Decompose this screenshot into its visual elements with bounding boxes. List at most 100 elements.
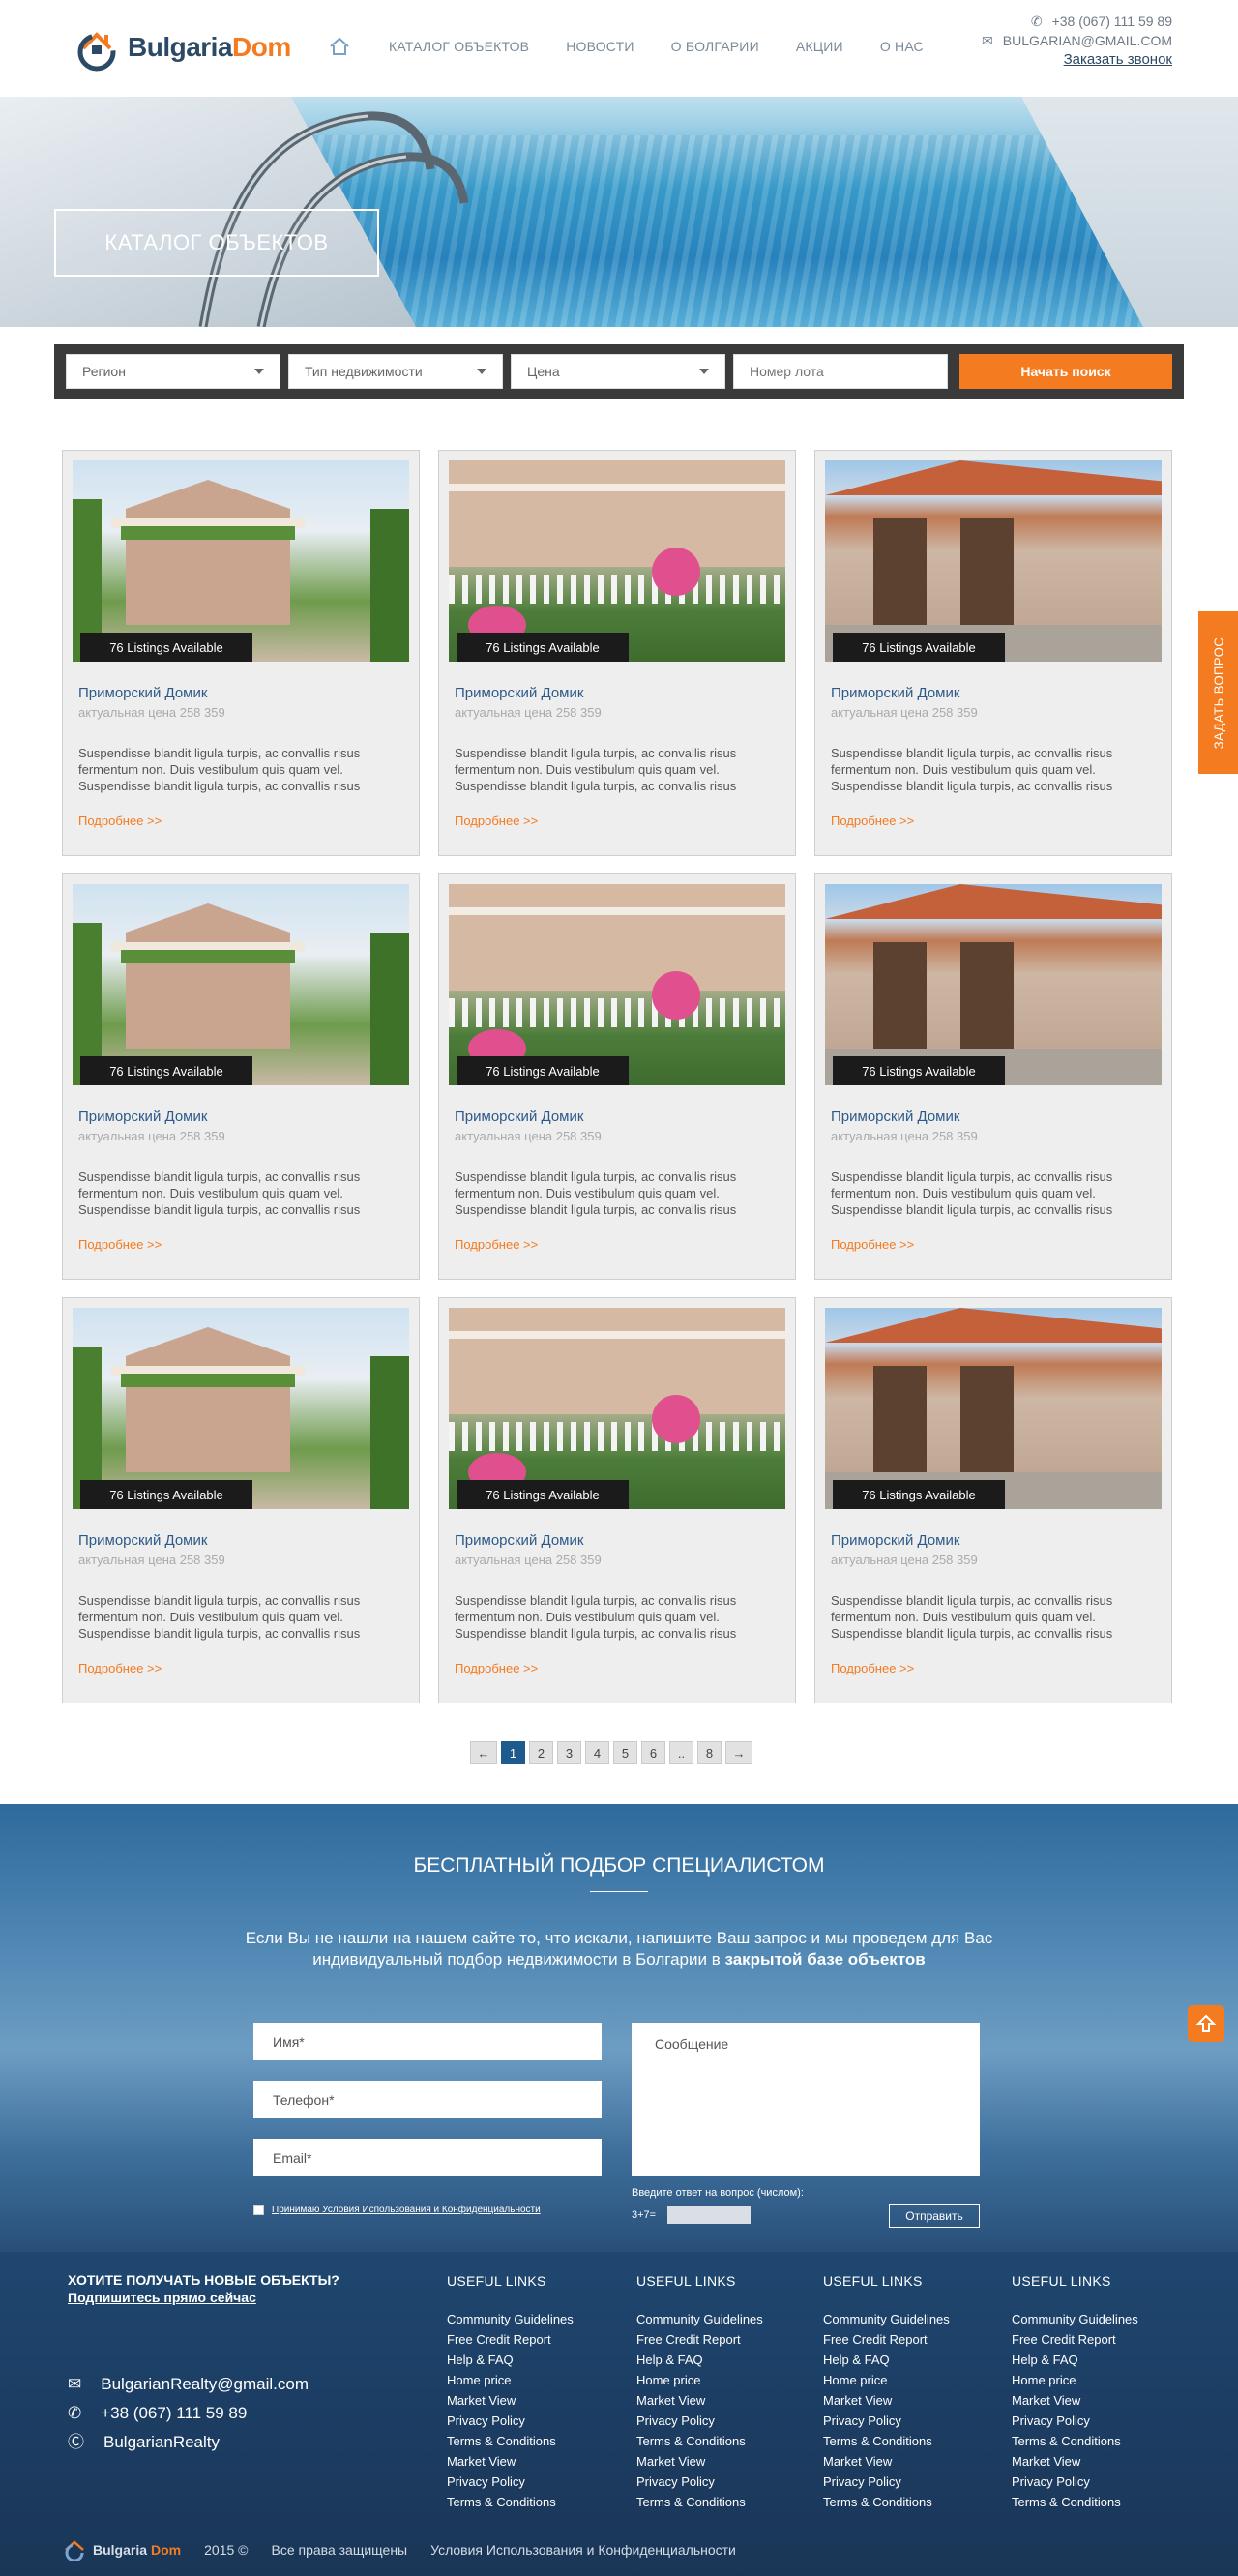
listing-photo[interactable]: 76 Listings Available xyxy=(449,884,785,1085)
pagination-page[interactable]: 8 xyxy=(697,1741,722,1764)
listing-more-link[interactable]: Подробнее >> xyxy=(831,814,914,828)
footer-link[interactable]: Free Credit Report xyxy=(1012,2329,1138,2350)
pagination-page[interactable]: 6 xyxy=(641,1741,665,1764)
footer-link[interactable]: Community Guidelines xyxy=(636,2309,763,2329)
callback-link[interactable]: Заказать звонок xyxy=(1064,50,1172,70)
nav-catalog[interactable]: КАТАЛОГ ОБЪЕКТОВ xyxy=(389,39,529,54)
search-button[interactable]: Начать поиск xyxy=(959,354,1172,389)
listing-title[interactable]: Приморский Домик xyxy=(831,1109,1162,1125)
footer-phone[interactable]: +38 (067) 111 59 89 xyxy=(101,2399,247,2428)
footer-link[interactable]: Terms & Conditions xyxy=(636,2431,763,2451)
name-field[interactable]: Имя* xyxy=(253,2023,602,2060)
listing-title[interactable]: Приморский Домик xyxy=(455,1109,785,1125)
footer-link[interactable]: Terms & Conditions xyxy=(1012,2492,1138,2512)
footer-link[interactable]: Privacy Policy xyxy=(447,2472,574,2492)
send-button[interactable]: Отправить xyxy=(889,2204,980,2228)
home-icon[interactable] xyxy=(329,37,350,56)
footer-link[interactable]: Free Credit Report xyxy=(636,2329,763,2350)
site-logo[interactable]: BulgariaDom xyxy=(66,21,291,74)
scroll-to-top-button[interactable] xyxy=(1188,2005,1224,2042)
footer-link[interactable]: Home price xyxy=(823,2370,950,2390)
footer-link[interactable]: Help & FAQ xyxy=(823,2350,950,2370)
footer-link[interactable]: Market View xyxy=(823,2390,950,2411)
footer-skype[interactable]: BulgarianRealty xyxy=(103,2428,220,2457)
subscribe-link[interactable]: Подпишитесь прямо сейчас xyxy=(68,2289,339,2306)
footer-link[interactable]: Privacy Policy xyxy=(1012,2472,1138,2492)
listing-photo[interactable]: 76 Listings Available xyxy=(825,1308,1162,1509)
footer-link[interactable]: Terms & Conditions xyxy=(447,2492,574,2512)
message-field[interactable]: Сообщение xyxy=(632,2023,980,2176)
listing-photo[interactable]: 76 Listings Available xyxy=(449,1308,785,1509)
footer-link[interactable]: Community Guidelines xyxy=(1012,2309,1138,2329)
footer-link[interactable]: Free Credit Report xyxy=(447,2329,574,2350)
pagination-page[interactable]: 3 xyxy=(557,1741,581,1764)
footer-link[interactable]: Terms & Conditions xyxy=(823,2492,950,2512)
pagination-prev[interactable]: ← xyxy=(470,1741,497,1764)
ask-question-tab[interactable]: ЗАДАТЬ ВОПРОС xyxy=(1198,611,1238,774)
listing-photo[interactable]: 76 Listings Available xyxy=(73,460,409,662)
footer-link[interactable]: Market View xyxy=(1012,2451,1138,2472)
pagination-page[interactable]: 2 xyxy=(529,1741,553,1764)
captcha-input[interactable] xyxy=(667,2206,752,2224)
phone-field[interactable]: Телефон* xyxy=(253,2081,602,2118)
footer-link[interactable]: Help & FAQ xyxy=(636,2350,763,2370)
listing-card[interactable]: 76 Listings Available Приморский Домик а… xyxy=(438,450,796,856)
listing-more-link[interactable]: Подробнее >> xyxy=(455,814,538,828)
listing-more-link[interactable]: Подробнее >> xyxy=(831,1661,914,1675)
listing-more-link[interactable]: Подробнее >> xyxy=(455,1661,538,1675)
listing-photo[interactable]: 76 Listings Available xyxy=(73,1308,409,1509)
pagination-page[interactable]: 1 xyxy=(501,1741,525,1764)
listing-title[interactable]: Приморский Домик xyxy=(455,1532,785,1549)
footer-link[interactable]: Community Guidelines xyxy=(823,2309,950,2329)
listing-card[interactable]: 76 Listings Available Приморский Домик а… xyxy=(62,450,420,856)
listing-more-link[interactable]: Подробнее >> xyxy=(455,1237,538,1252)
listing-card[interactable]: 76 Listings Available Приморский Домик а… xyxy=(438,873,796,1280)
listing-photo[interactable]: 76 Listings Available xyxy=(449,460,785,662)
footer-link[interactable]: Market View xyxy=(823,2451,950,2472)
listing-photo[interactable]: 76 Listings Available xyxy=(825,460,1162,662)
listing-more-link[interactable]: Подробнее >> xyxy=(78,814,162,828)
listing-card[interactable]: 76 Listings Available Приморский Домик а… xyxy=(62,1297,420,1703)
listing-more-link[interactable]: Подробнее >> xyxy=(831,1237,914,1252)
footer-link[interactable]: Market View xyxy=(636,2451,763,2472)
listing-card[interactable]: 76 Listings Available Приморский Домик а… xyxy=(814,1297,1172,1703)
footer-link[interactable]: Terms & Conditions xyxy=(447,2431,574,2451)
listing-more-link[interactable]: Подробнее >> xyxy=(78,1661,162,1675)
footer-link[interactable]: Home price xyxy=(636,2370,763,2390)
email-field[interactable]: Email* xyxy=(253,2139,602,2176)
footer-link[interactable]: Terms & Conditions xyxy=(823,2431,950,2451)
listing-photo[interactable]: 76 Listings Available xyxy=(73,884,409,1085)
pagination-page[interactable]: 5 xyxy=(613,1741,637,1764)
listing-title[interactable]: Приморский Домик xyxy=(831,685,1162,701)
nav-news[interactable]: НОВОСТИ xyxy=(566,39,634,54)
region-select[interactable]: Регион xyxy=(66,354,280,389)
listing-title[interactable]: Приморский Домик xyxy=(78,1532,409,1549)
footer-link[interactable]: Market View xyxy=(1012,2390,1138,2411)
footer-link[interactable]: Help & FAQ xyxy=(1012,2350,1138,2370)
listing-card[interactable]: 76 Listings Available Приморский Домик а… xyxy=(438,1297,796,1703)
terms-agreement[interactable]: Принимаю Условия Использования и Конфиде… xyxy=(253,2205,541,2215)
nav-about-us[interactable]: О НАС xyxy=(880,39,924,54)
listing-title[interactable]: Приморский Домик xyxy=(78,1109,409,1125)
terms-checkbox[interactable] xyxy=(253,2205,264,2215)
footer-link[interactable]: Privacy Policy xyxy=(636,2411,763,2431)
footer-link[interactable]: Privacy Policy xyxy=(1012,2411,1138,2431)
footer-logo[interactable]: Bulgaria Dom xyxy=(60,2538,181,2561)
price-select[interactable]: Цена xyxy=(511,354,725,389)
footer-link[interactable]: Privacy Policy xyxy=(447,2411,574,2431)
footer-link[interactable]: Home price xyxy=(1012,2370,1138,2390)
listing-more-link[interactable]: Подробнее >> xyxy=(78,1237,162,1252)
listing-title[interactable]: Приморский Домик xyxy=(455,685,785,701)
footer-link[interactable]: Free Credit Report xyxy=(823,2329,950,2350)
footer-link[interactable]: Market View xyxy=(636,2390,763,2411)
lot-number-input[interactable] xyxy=(733,354,948,389)
property-type-select[interactable]: Тип недвижимости xyxy=(288,354,503,389)
header-phone[interactable]: +38 (067) 111 59 89 xyxy=(1052,12,1172,31)
footer-link[interactable]: Privacy Policy xyxy=(636,2472,763,2492)
footer-link[interactable]: Terms & Conditions xyxy=(1012,2431,1138,2451)
terms-link[interactable]: Условия Использования и Конфиденциальнос… xyxy=(430,2542,736,2558)
footer-link[interactable]: Market View xyxy=(447,2390,574,2411)
listing-title[interactable]: Приморский Домик xyxy=(831,1532,1162,1549)
header-email[interactable]: BULGARIAN@GMAIL.COM xyxy=(1003,31,1172,50)
footer-link[interactable]: Privacy Policy xyxy=(823,2411,950,2431)
